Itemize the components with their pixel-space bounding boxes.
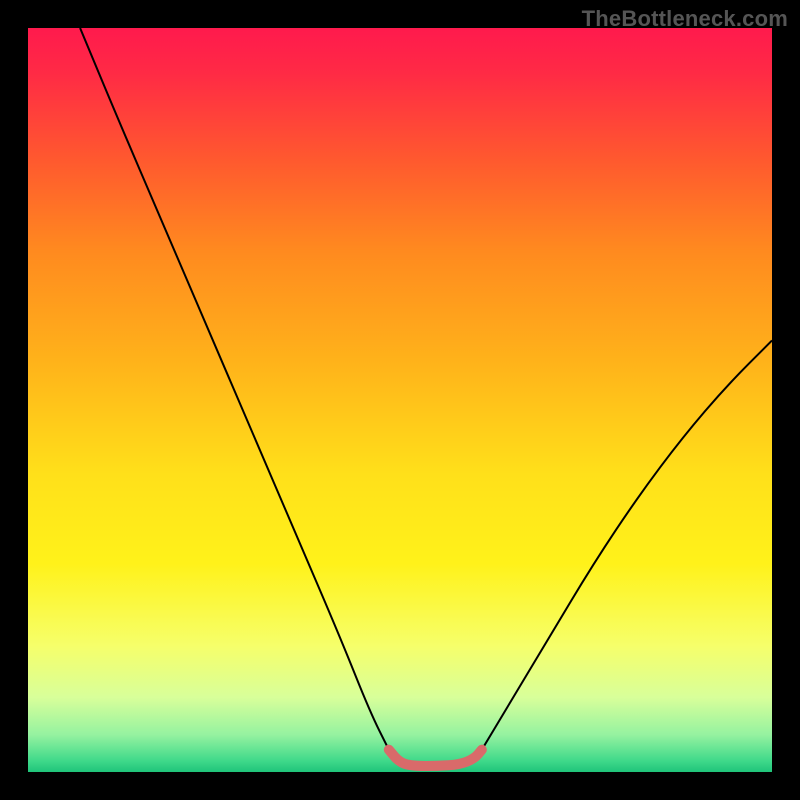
series-curve-right bbox=[482, 340, 772, 749]
series-flat-segment bbox=[389, 750, 482, 766]
watermark-text: TheBottleneck.com bbox=[582, 6, 788, 32]
series-curve-left bbox=[80, 28, 389, 750]
chart-frame: TheBottleneck.com bbox=[0, 0, 800, 800]
plot-area bbox=[28, 28, 772, 772]
curves-layer bbox=[28, 28, 772, 772]
